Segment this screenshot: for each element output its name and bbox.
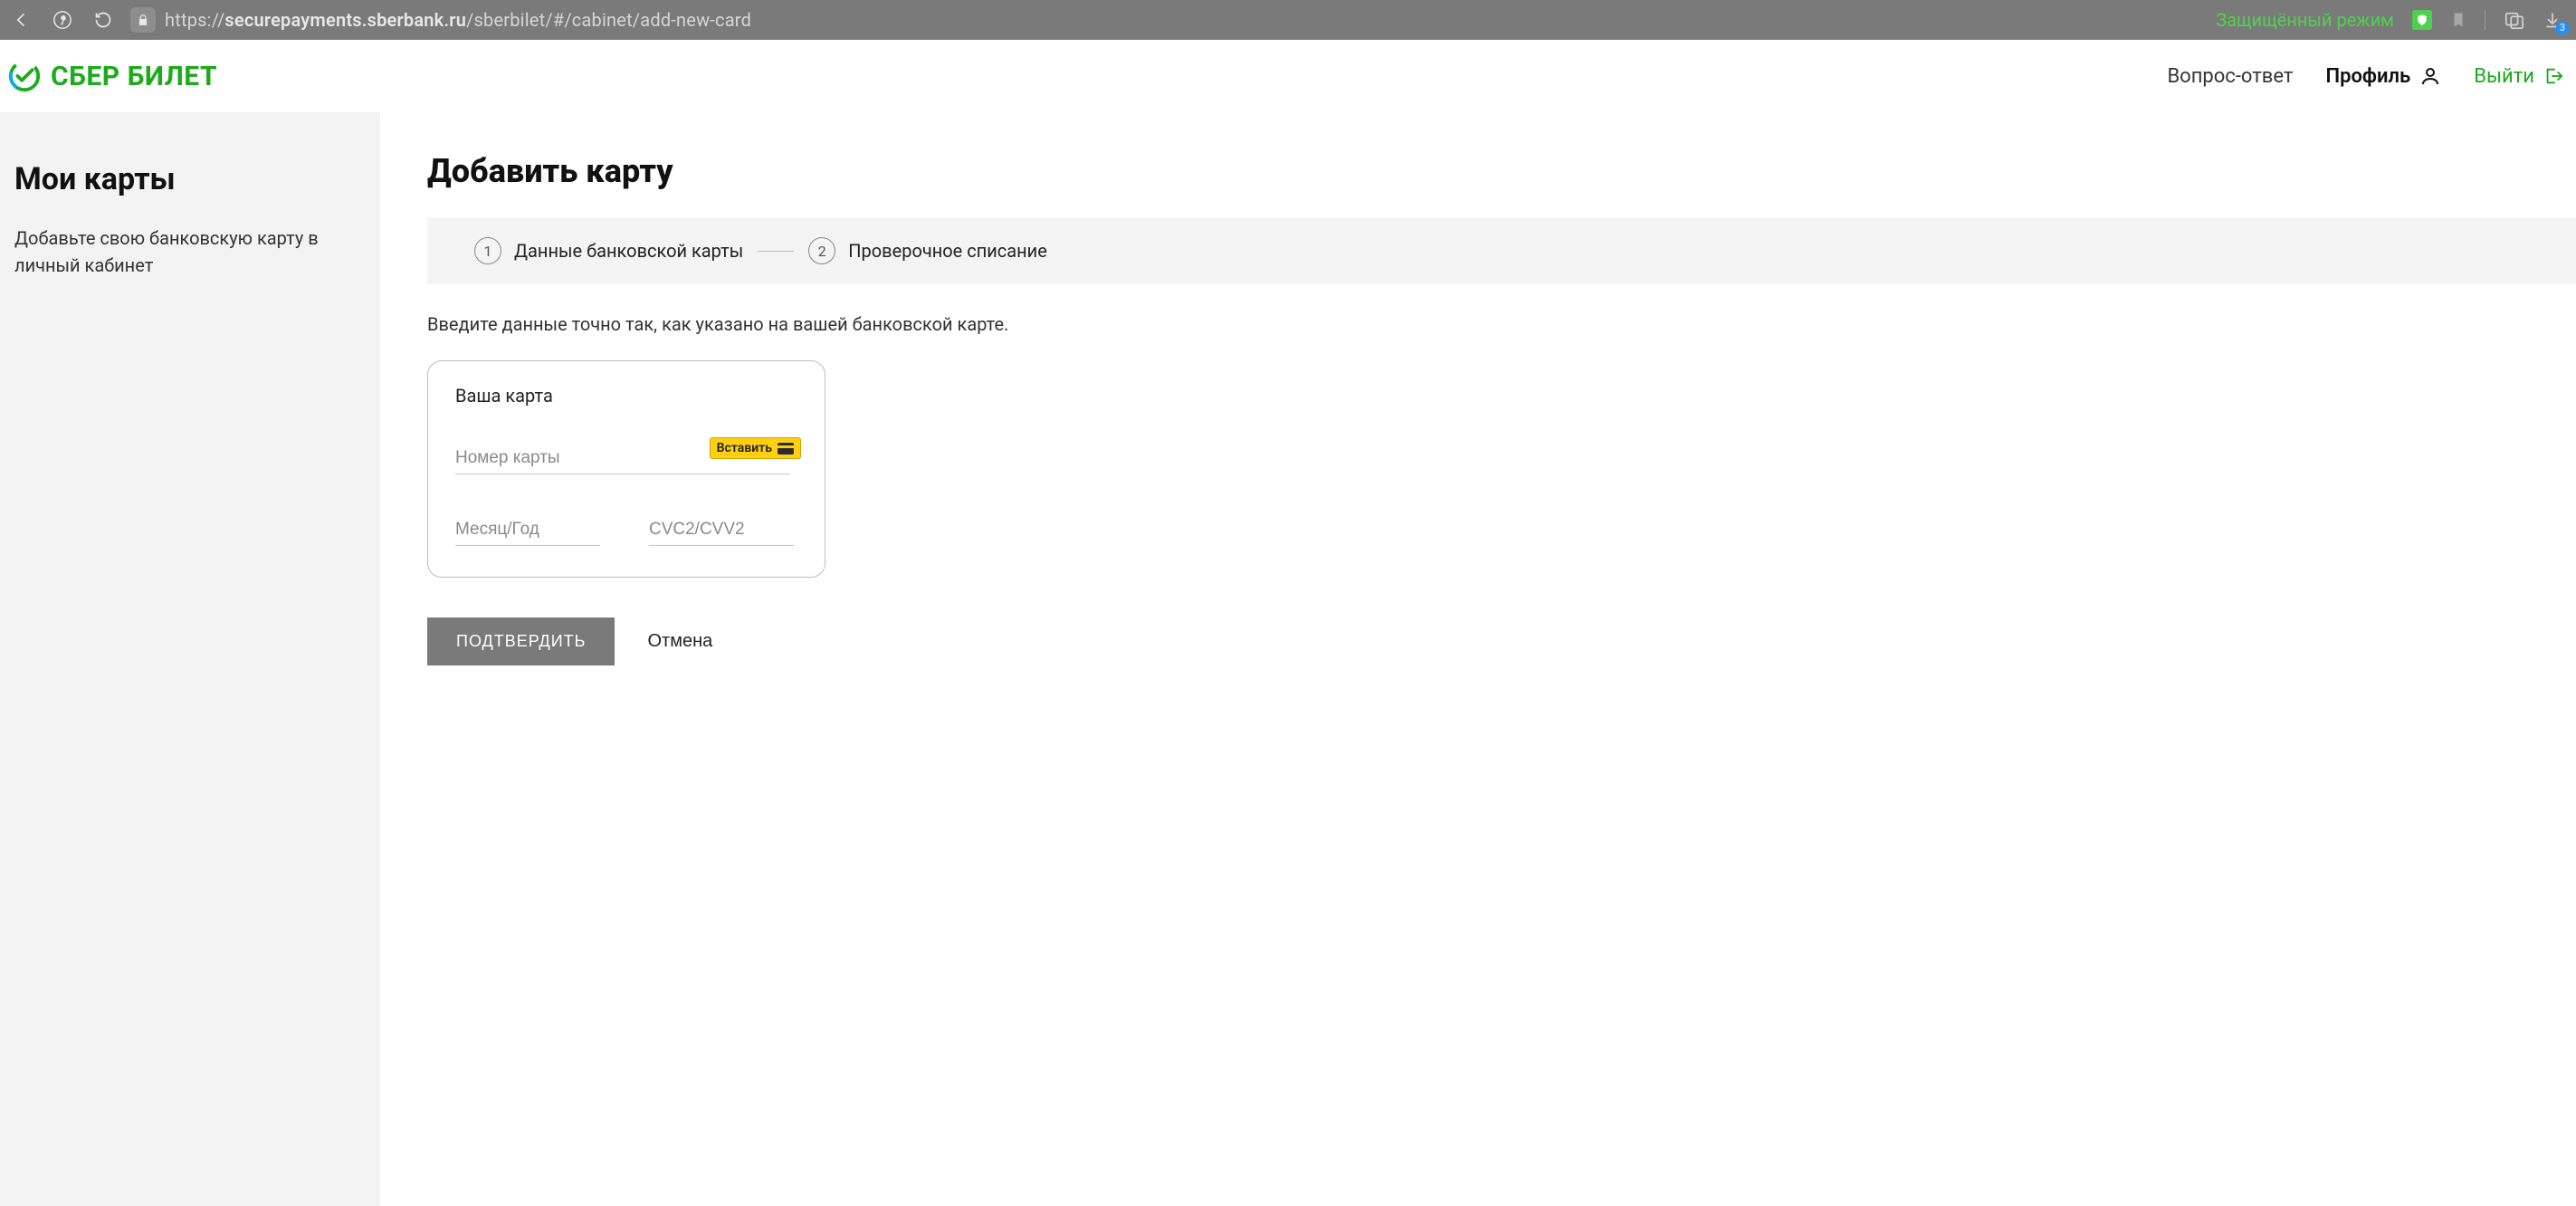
step-2-number: 2 (808, 237, 835, 264)
step-separator (758, 251, 794, 252)
downloads-icon[interactable]: 3 (2542, 9, 2563, 31)
user-icon (2419, 65, 2441, 87)
credit-card-icon (778, 443, 794, 455)
nav-profile-label: Профиль (2326, 65, 2411, 88)
reload-icon[interactable] (94, 11, 112, 29)
logout-icon (2543, 66, 2563, 86)
yandex-icon[interactable] (52, 10, 72, 30)
back-icon[interactable] (13, 11, 31, 29)
brand-text: СБЕР БИЛЕТ (51, 61, 217, 92)
step-1-label: Данные банковской карты (514, 240, 743, 262)
shield-icon[interactable] (2412, 10, 2432, 30)
paste-button[interactable]: Вставить (710, 437, 801, 459)
sidebar-subtitle: Добавьте свою банковскую карту в личный … (14, 225, 366, 279)
submit-button[interactable]: ПОДТВЕРДИТЬ (427, 617, 615, 665)
sidebar: Мои карты Добавьте свою банковскую карту… (0, 112, 380, 1206)
card-cvc-input[interactable] (649, 514, 794, 546)
paste-button-label: Вставить (717, 441, 772, 455)
nav-logout[interactable]: Выйти (2474, 65, 2563, 88)
lock-icon (130, 7, 156, 33)
steps: 1 Данные банковской карты 2 Проверочное … (427, 217, 2576, 284)
browser-toolbar: https://securepayments.sberbank.ru/sberb… (0, 0, 2576, 40)
url-host: securepayments.sberbank.ru (224, 9, 466, 31)
form-hint: Введите данные точно так, как указано на… (427, 313, 2576, 335)
page-title: Добавить карту (427, 152, 2576, 190)
nav-faq[interactable]: Вопрос-ответ (2167, 65, 2293, 88)
site-header: СБЕР БИЛЕТ Вопрос-ответ Профиль Выйти (0, 40, 2576, 112)
url-path: /sberbilet/#/cabinet/add-new-card (466, 9, 751, 31)
card-form-title: Ваша карта (455, 385, 797, 407)
brand-logo[interactable]: СБЕР БИЛЕТ (7, 59, 217, 93)
step-1-number: 1 (474, 237, 501, 264)
extensions-icon[interactable] (2504, 10, 2524, 30)
step-2: 2 Проверочное списание (808, 237, 1047, 264)
downloads-count: 3 (2556, 22, 2569, 34)
card-expiry-input[interactable] (455, 514, 600, 546)
main: Добавить карту 1 Данные банковской карты… (380, 112, 2576, 1206)
address-bar[interactable]: https://securepayments.sberbank.ru/sberb… (130, 7, 2198, 33)
card-form: Ваша карта Вставить (427, 360, 825, 578)
step-2-label: Проверочное списание (848, 240, 1047, 262)
bookmark-icon[interactable] (2450, 12, 2466, 28)
secure-mode-label[interactable]: Защищённый режим (2216, 9, 2394, 31)
nav-logout-label: Выйти (2474, 65, 2534, 88)
url-prefix: https:// (165, 9, 224, 31)
url-text: https://securepayments.sberbank.ru/sberb… (165, 9, 751, 31)
sidebar-title: Мои карты (14, 161, 366, 197)
step-1: 1 Данные банковской карты (474, 237, 743, 264)
nav-profile[interactable]: Профиль (2326, 65, 2442, 88)
sber-logo-icon (7, 59, 42, 93)
cancel-button[interactable]: Отмена (647, 631, 712, 652)
